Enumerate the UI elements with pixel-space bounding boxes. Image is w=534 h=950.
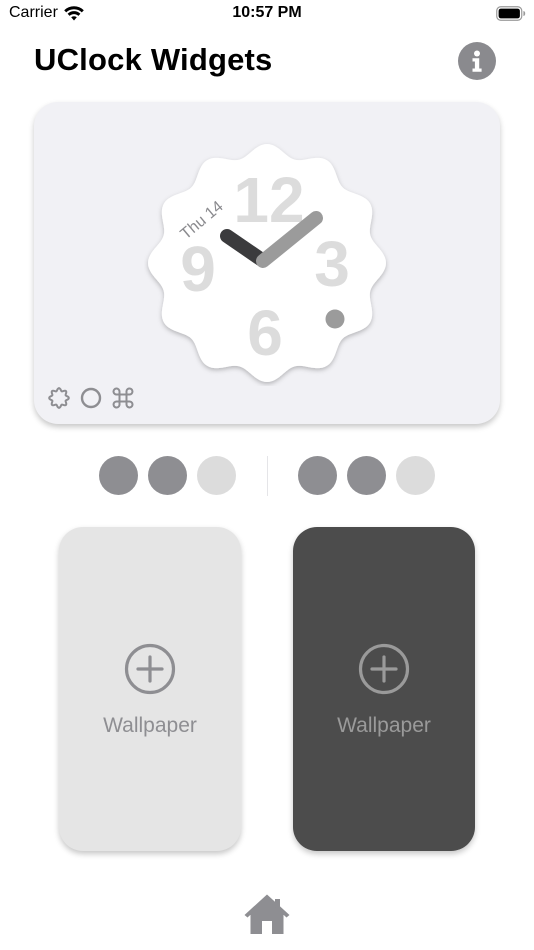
- dark-wallpaper-card[interactable]: Wallpaper: [293, 527, 475, 851]
- battery-icon: [496, 6, 526, 21]
- numeral-6: 6: [247, 297, 283, 369]
- clock-preview-card[interactable]: 12 3 6 9 Thu 14: [34, 102, 500, 424]
- plus-circle-icon: [358, 643, 410, 695]
- home-icon[interactable]: [244, 894, 290, 936]
- numeral-3: 3: [314, 228, 350, 300]
- circle-icon[interactable]: [79, 386, 103, 410]
- app-screen: Carrier 10:57 PM UClock Widgets 12 3 6 9…: [0, 0, 534, 950]
- status-bar: Carrier 10:57 PM: [0, 0, 534, 30]
- numeral-9: 9: [180, 233, 216, 305]
- clock-face: 12 3 6 9 Thu 14: [148, 144, 386, 382]
- status-time: 10:57 PM: [232, 4, 302, 21]
- color-dot-right-2[interactable]: [347, 456, 386, 495]
- wavy-circle-icon[interactable]: [47, 386, 71, 410]
- numeral-12: 12: [233, 164, 304, 236]
- app-title: UClock Widgets: [34, 42, 273, 77]
- wallpaper-label: Wallpaper: [103, 714, 197, 737]
- plus-circle-icon: [124, 643, 176, 695]
- color-dot-right-3[interactable]: [396, 456, 435, 495]
- color-dot-left-2[interactable]: [148, 456, 187, 495]
- wallpaper-label: Wallpaper: [337, 714, 431, 737]
- command-icon[interactable]: [111, 386, 135, 410]
- light-wallpaper-card[interactable]: Wallpaper: [59, 527, 241, 851]
- info-button[interactable]: [458, 42, 496, 80]
- color-dot-left-3[interactable]: [197, 456, 236, 495]
- color-divider: [267, 456, 268, 496]
- second-dot: [325, 309, 345, 329]
- color-dot-right-1[interactable]: [298, 456, 337, 495]
- clock-style-options: [47, 386, 135, 410]
- info-icon: [472, 50, 482, 72]
- color-dot-left-1[interactable]: [99, 456, 138, 495]
